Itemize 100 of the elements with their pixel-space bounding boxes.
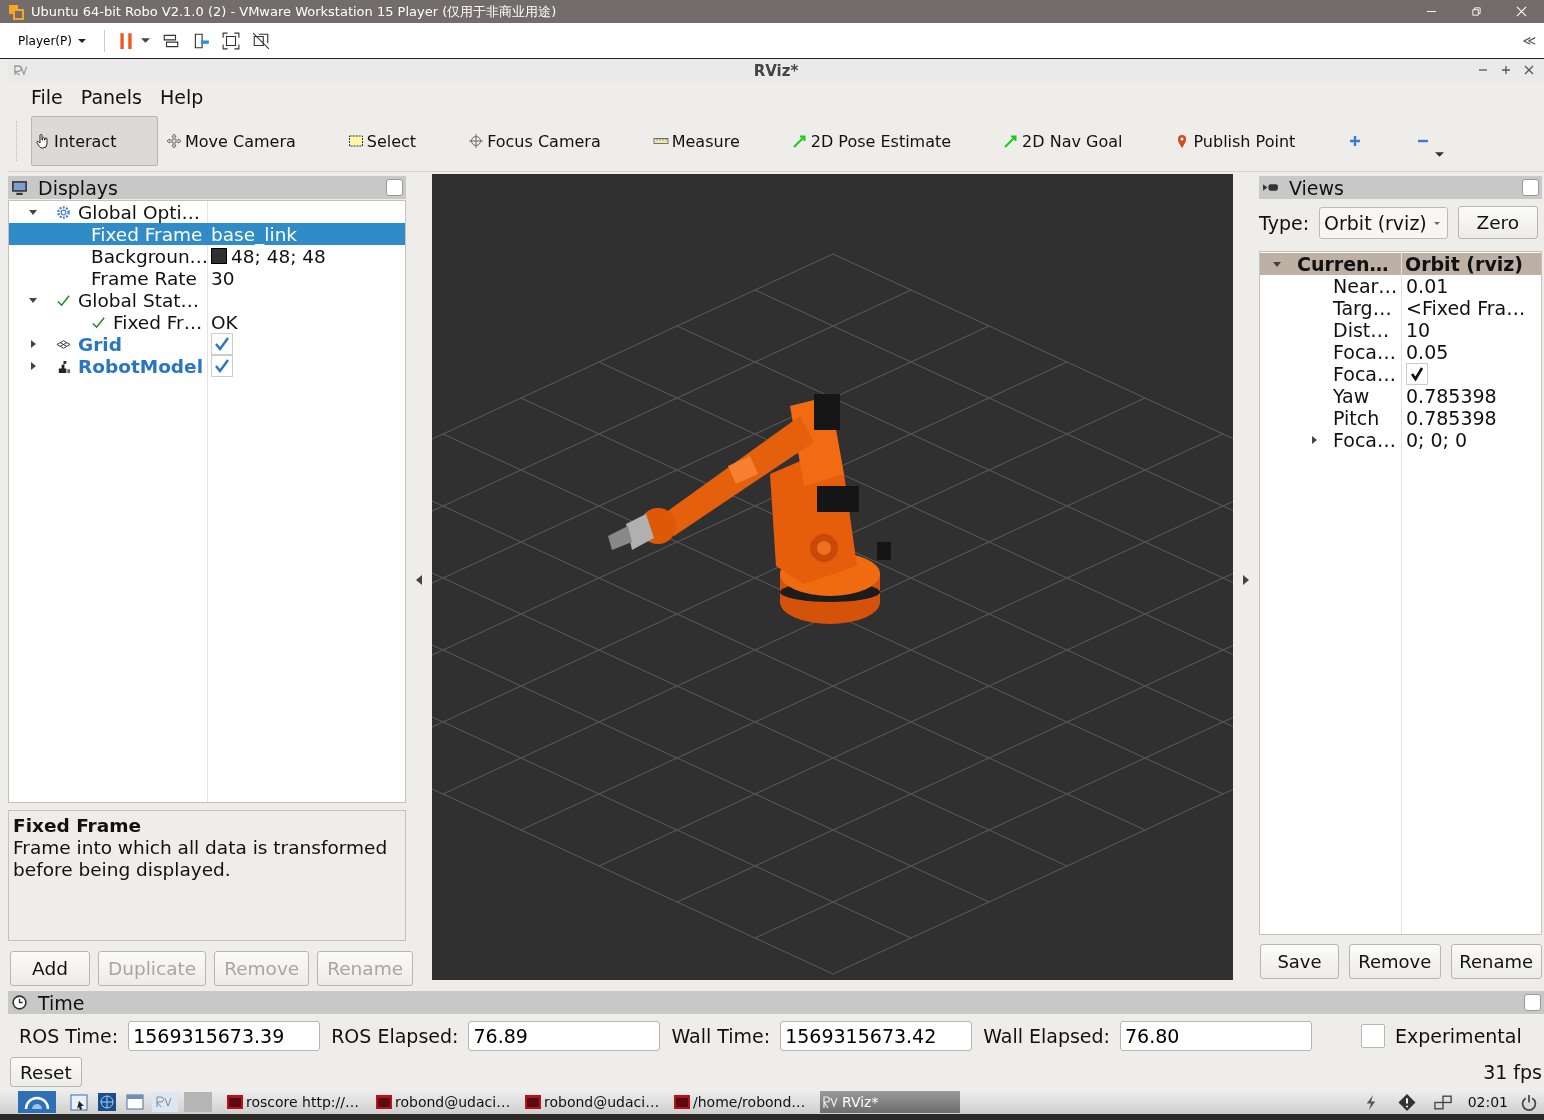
expand-arrow-icon[interactable]	[28, 361, 38, 371]
save-button[interactable]: Save	[1260, 944, 1339, 979]
taskbar-button[interactable]: robond@udaci…	[373, 1091, 513, 1113]
checkbox[interactable]	[211, 333, 233, 355]
panel-title: Displays	[38, 176, 118, 199]
checkbox-label: Experimental	[1395, 1025, 1522, 1047]
tool-button[interactable]: 2D Nav Goal	[999, 116, 1127, 166]
property-value: 10	[1405, 319, 1431, 341]
float-button[interactable]	[1522, 179, 1539, 196]
expand-arrow-icon[interactable]	[28, 339, 38, 349]
fullscreen-icon[interactable]	[221, 31, 240, 50]
caret-icon[interactable]	[140, 36, 150, 45]
type-dropdown[interactable]: Orbit (rviz)	[1319, 206, 1448, 239]
panel-title: Time	[38, 991, 85, 1014]
property-value: 0.01	[1405, 275, 1449, 297]
checkbox[interactable]	[1406, 363, 1428, 385]
time-label: Wall Time:	[671, 1025, 771, 1047]
float-button[interactable]	[386, 179, 403, 196]
property-name: Fixed Fr…	[113, 311, 203, 333]
taskbar-button[interactable]: /home/robond…	[671, 1091, 811, 1113]
property-name: Global Stat…	[78, 289, 199, 311]
tree-row[interactable]: Backgroun… 48; 48; 48	[9, 245, 405, 267]
collapse-toolbar-button[interactable]: ≪	[1522, 33, 1536, 48]
check-icon	[91, 314, 106, 330]
property-value: 0; 0; 0	[1405, 429, 1468, 451]
tree-row[interactable]: Fixed Frame base_link	[9, 223, 405, 245]
property-name: Frame Rate	[91, 267, 197, 289]
network-icon[interactable]	[1433, 1093, 1452, 1111]
tree-row[interactable]: Fixed Fr… OK	[9, 311, 405, 333]
time-field[interactable]: 76.89	[468, 1021, 661, 1051]
time-field[interactable]: 1569315673.42	[780, 1021, 973, 1051]
globe-icon[interactable]	[96, 1092, 118, 1112]
robot-icon	[56, 358, 71, 374]
panel-title: Views	[1289, 176, 1344, 199]
window-title: Ubuntu 64-bit Robo V2.1.0 (2) - VMware Workstation 15 Player (仅用于非商业用途)	[31, 2, 557, 21]
hand-cursor-icon	[35, 133, 51, 149]
collapse-right-icon[interactable]	[1243, 574, 1249, 585]
clock: 02:01	[1467, 1094, 1508, 1110]
tool-button[interactable]: Measure	[648, 116, 744, 166]
menu-item[interactable]: Help	[150, 86, 213, 108]
property-value: 0.05	[1405, 341, 1449, 363]
gear-icon	[56, 204, 71, 220]
window-icon[interactable]	[124, 1092, 146, 1112]
unity-icon[interactable]	[251, 31, 270, 50]
time-field[interactable]: 1569315673.39	[128, 1021, 321, 1051]
rename-button[interactable]: Rename	[1450, 944, 1542, 979]
tree-row[interactable]: Grid	[9, 333, 405, 355]
tool-button[interactable]: Select	[343, 116, 421, 166]
taskbar-button[interactable]: RViz*	[820, 1091, 960, 1113]
crosshair-icon	[468, 133, 485, 149]
tool-button[interactable]: Interact	[31, 116, 158, 166]
float-button[interactable]	[1524, 994, 1541, 1011]
collapse-left-icon[interactable]	[416, 574, 422, 585]
time-label: Wall Elapsed:	[983, 1025, 1111, 1047]
tree-row[interactable]: RobotModel	[9, 355, 405, 377]
tree-row[interactable]: Global Stat…	[9, 289, 405, 311]
zero-button[interactable]: Zero	[1457, 206, 1538, 239]
add-button[interactable]: Add	[10, 951, 90, 986]
terminal-icon	[227, 1095, 243, 1109]
collapse-arrow-icon[interactable]	[1272, 259, 1282, 269]
tool-button[interactable]: Move Camera	[162, 116, 300, 166]
property-value: base_link	[211, 223, 298, 245]
reset-button[interactable]: Reset	[10, 1057, 82, 1087]
close-icon[interactable]	[1524, 65, 1534, 75]
caret-icon[interactable]	[1435, 149, 1445, 159]
folder-icon[interactable]	[68, 1092, 90, 1112]
player-menu[interactable]: Player(P)	[12, 31, 92, 50]
time-field[interactable]: 76.80	[1120, 1021, 1313, 1051]
header-name: Curren…	[1297, 253, 1390, 275]
property-value: 0.785398	[1405, 385, 1497, 407]
checkbox[interactable]	[211, 355, 233, 377]
restore-icon[interactable]	[1471, 6, 1482, 17]
rviz-logo-icon	[823, 1095, 839, 1109]
header-value: Orbit (rviz)	[1404, 253, 1524, 275]
checkbox[interactable]	[1361, 1024, 1386, 1048]
tree-row[interactable]: Frame Rate 30	[9, 267, 405, 289]
color-swatch	[211, 248, 227, 264]
maximize-icon[interactable]	[1501, 65, 1511, 75]
property-value: OK	[211, 311, 238, 333]
property-name: Foca…	[1333, 429, 1397, 451]
property-name: Yaw	[1333, 385, 1371, 407]
tool-button[interactable]: Focus Camera	[464, 116, 605, 166]
collapse-arrow-icon[interactable]	[28, 207, 38, 217]
terminal-icon	[674, 1095, 690, 1109]
menu-item[interactable]: Panels	[71, 86, 151, 108]
remove-button[interactable]: Remove	[1349, 944, 1441, 979]
tool-button[interactable]: Publish Point	[1170, 116, 1300, 166]
menu-item[interactable]: File	[22, 86, 72, 108]
expand-arrow-icon[interactable]	[1309, 435, 1319, 445]
taskbar-button[interactable]: roscore http://…	[224, 1091, 364, 1113]
taskbar-button[interactable]: robond@udaci…	[522, 1091, 662, 1113]
collapse-arrow-icon[interactable]	[28, 295, 38, 305]
property-name: Grid	[78, 333, 122, 355]
power-icon[interactable]	[1520, 1093, 1538, 1111]
tree-row[interactable]: Global Opti…	[9, 201, 405, 223]
clock-icon	[11, 994, 28, 1011]
start-menu-icon[interactable]	[18, 1091, 56, 1113]
selection-rectangle-icon	[347, 133, 364, 149]
tool-button[interactable]: 2D Pose Estimate	[787, 116, 956, 166]
warning-icon[interactable]	[1397, 1093, 1416, 1111]
